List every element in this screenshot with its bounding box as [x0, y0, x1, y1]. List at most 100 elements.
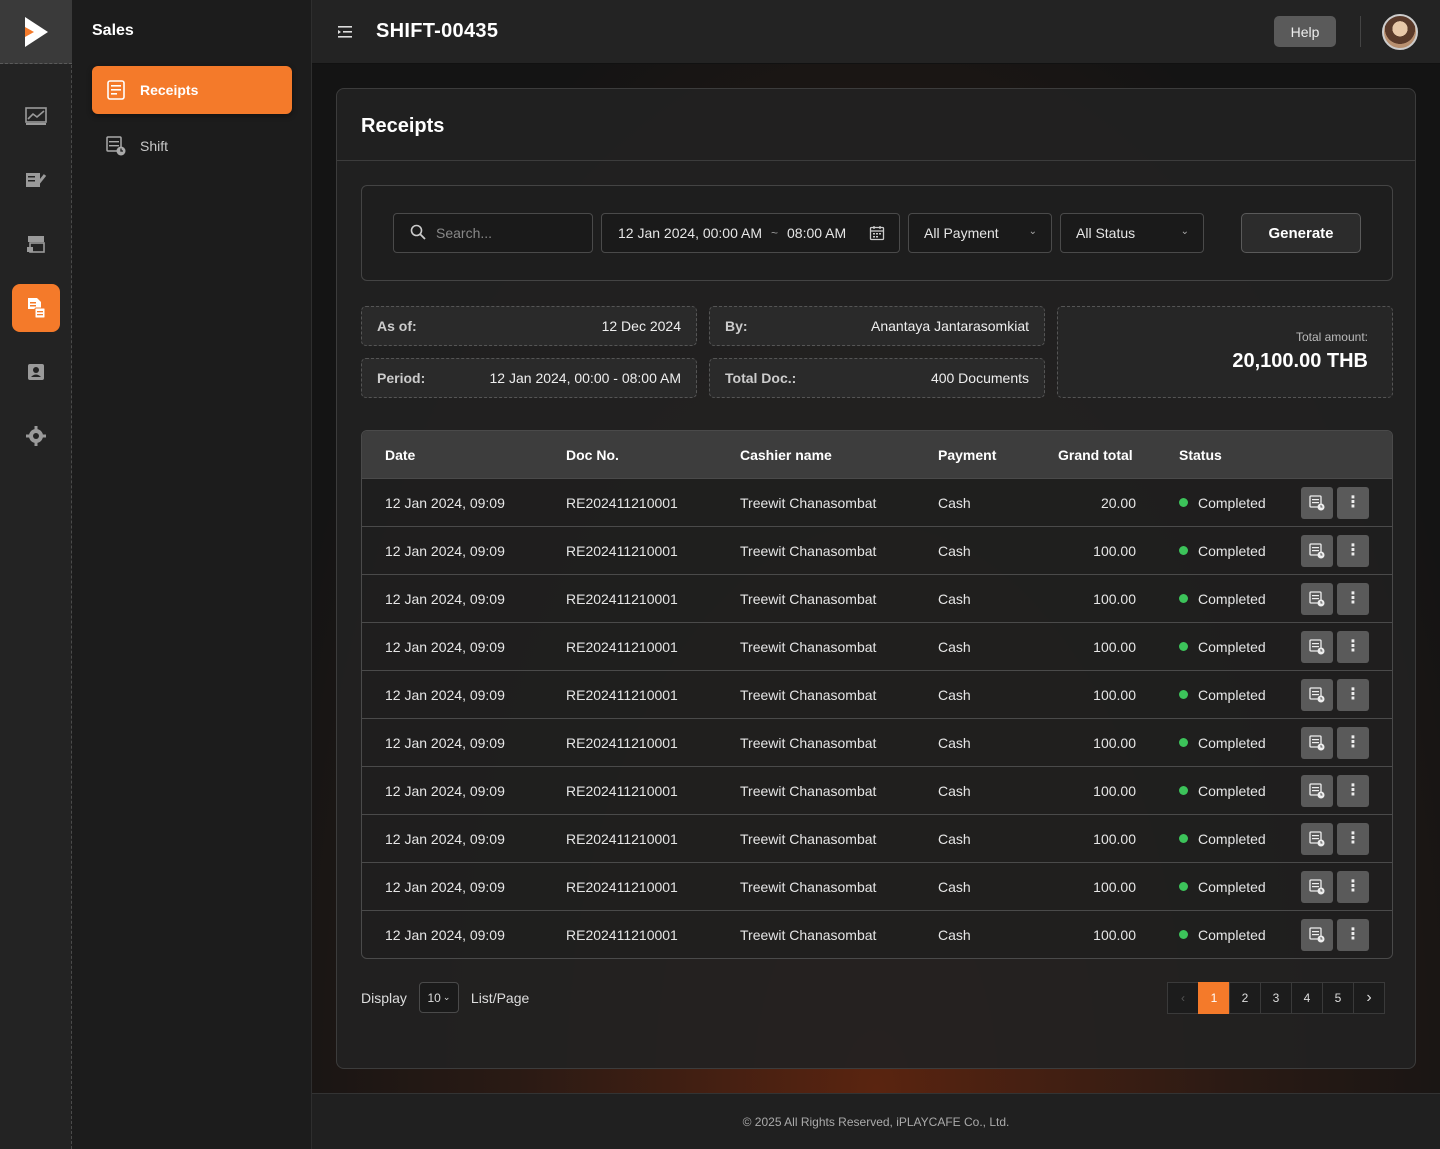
members-icon[interactable]: [12, 348, 60, 396]
view-receipt-button[interactable]: [1301, 679, 1333, 711]
calendar-icon[interactable]: [869, 225, 885, 244]
cell-doc-no: RE202411210001: [566, 926, 678, 943]
table-row[interactable]: 12 Jan 2024, 09:09 RE202411210001 Treewit …: [362, 766, 1392, 814]
cell-cashier: Treewit Chanasombat: [740, 782, 877, 799]
help-button[interactable]: Help: [1274, 16, 1336, 47]
store-icon[interactable]: [12, 220, 60, 268]
status-text: Completed: [1198, 542, 1266, 559]
status-select[interactable]: All Status ⌄: [1060, 213, 1204, 253]
table-row[interactable]: 12 Jan 2024, 09:09 RE202411210001 Treewit …: [362, 478, 1392, 526]
period-value: 12 Jan 2024, 00:00 - 08:00 AM: [489, 370, 681, 386]
status-select-value: All Status: [1076, 225, 1136, 241]
cell-doc-no: RE202411210001: [566, 734, 678, 751]
search-input[interactable]: [436, 225, 576, 241]
view-receipt-button[interactable]: [1301, 727, 1333, 759]
header-grand-total[interactable]: Grand total: [1058, 431, 1136, 478]
next-page-button[interactable]: ›: [1353, 982, 1385, 1014]
app-logo[interactable]: [0, 0, 72, 64]
page-button[interactable]: 4: [1291, 982, 1323, 1014]
orders-icon[interactable]: [12, 156, 60, 204]
view-receipt-button[interactable]: [1301, 775, 1333, 807]
menu-collapse-icon[interactable]: [336, 22, 354, 42]
table-row[interactable]: 12 Jan 2024, 09:09 RE202411210001 Treewit …: [362, 670, 1392, 718]
page-button[interactable]: 1: [1198, 982, 1230, 1014]
list-page-label: List/Page: [470, 989, 530, 1006]
table-row[interactable]: 12 Jan 2024, 09:09 RE202411210001 Treewit …: [362, 814, 1392, 862]
header-doc-no[interactable]: Doc No.: [566, 431, 619, 478]
page-button[interactable]: 2: [1229, 982, 1261, 1014]
sales-icon[interactable]: [12, 284, 60, 332]
filter-bar: 12 Jan 2024, 00:00 AM ~ 08:00 AM All Pay…: [361, 185, 1393, 281]
more-actions-button[interactable]: ⋮: [1337, 919, 1369, 951]
more-vertical-icon: ⋮: [1345, 638, 1361, 655]
table-row[interactable]: 12 Jan 2024, 09:09 RE202411210001 Treewit …: [362, 910, 1392, 958]
payment-select[interactable]: All Payment ⌄: [908, 213, 1052, 253]
view-receipt-button[interactable]: [1301, 823, 1333, 855]
view-receipt-button[interactable]: [1301, 487, 1333, 519]
more-actions-button[interactable]: ⋮: [1337, 727, 1369, 759]
footer: © 2025 All Rights Reserved, iPLAYCAFE Co…: [312, 1093, 1440, 1149]
header-date[interactable]: Date: [385, 431, 415, 478]
cell-grand-total: 100.00: [1093, 926, 1136, 943]
cell-cashier: Treewit Chanasombat: [740, 638, 877, 655]
more-vertical-icon: ⋮: [1345, 878, 1361, 895]
status-dot-icon: [1179, 498, 1188, 507]
more-actions-button[interactable]: ⋮: [1337, 823, 1369, 855]
by-value: Anantaya Jantarasomkiat: [871, 318, 1029, 334]
cell-grand-total: 20.00: [1100, 494, 1136, 511]
total-doc-box: Total Doc.: 400 Documents: [709, 358, 1045, 398]
header-cashier[interactable]: Cashier name: [740, 431, 832, 478]
per-page-select[interactable]: 10 ⌄: [418, 982, 459, 1013]
more-actions-button[interactable]: ⋮: [1337, 487, 1369, 519]
table-row[interactable]: 12 Jan 2024, 09:09 RE202411210001 Treewit …: [362, 862, 1392, 910]
status-dot-icon: [1179, 786, 1188, 795]
table-row[interactable]: 12 Jan 2024, 09:09 RE202411210001 Treewit …: [362, 718, 1392, 766]
generate-button[interactable]: Generate: [1241, 213, 1361, 253]
cell-cashier: Treewit Chanasombat: [740, 494, 877, 511]
table-row[interactable]: 12 Jan 2024, 09:09 RE202411210001 Treewit …: [362, 622, 1392, 670]
view-receipt-button[interactable]: [1301, 919, 1333, 951]
cell-date: 12 Jan 2024, 09:09: [385, 878, 505, 895]
date-range-picker[interactable]: 12 Jan 2024, 00:00 AM ~ 08:00 AM: [601, 213, 900, 253]
sidebar-item-receipts[interactable]: Receipts: [92, 66, 292, 114]
more-actions-button[interactable]: ⋮: [1337, 631, 1369, 663]
status-dot-icon: [1179, 690, 1188, 699]
table-row[interactable]: 12 Jan 2024, 09:09 RE202411210001 Treewit …: [362, 526, 1392, 574]
receipt-view-icon: [1309, 639, 1325, 655]
copyright-text: © 2025 All Rights Reserved, iPLAYCAFE Co…: [742, 1114, 1010, 1129]
page-button[interactable]: 3: [1260, 982, 1292, 1014]
header-payment[interactable]: Payment: [938, 431, 996, 478]
view-receipt-button[interactable]: [1301, 583, 1333, 615]
view-receipt-button[interactable]: [1301, 871, 1333, 903]
sidebar-item-shift[interactable]: Shift: [92, 122, 292, 170]
page-button[interactable]: 5: [1322, 982, 1354, 1014]
cell-status: Completed: [1179, 575, 1266, 622]
total-amount-value: 20,100.00 THB: [1232, 350, 1368, 372]
cell-payment: Cash: [938, 638, 971, 655]
header-status[interactable]: Status: [1179, 431, 1222, 478]
sidebar-item-label: Receipts: [140, 82, 199, 98]
cell-grand-total: 100.00: [1093, 830, 1136, 847]
settings-icon[interactable]: [12, 412, 60, 460]
cell-date: 12 Jan 2024, 09:09: [385, 542, 505, 559]
status-dot-icon: [1179, 738, 1188, 747]
cell-status: Completed: [1179, 815, 1266, 862]
search-box[interactable]: [393, 213, 593, 253]
more-actions-button[interactable]: ⋮: [1337, 583, 1369, 615]
dashboard-icon[interactable]: [12, 92, 60, 140]
view-receipt-button[interactable]: [1301, 631, 1333, 663]
table-row[interactable]: 12 Jan 2024, 09:09 RE202411210001 Treewit …: [362, 574, 1392, 622]
more-actions-button[interactable]: ⋮: [1337, 679, 1369, 711]
icon-rail: [0, 0, 72, 1149]
per-page-value: 10: [427, 990, 441, 1005]
card-title: Receipts: [361, 115, 445, 137]
avatar[interactable]: [1382, 14, 1418, 50]
more-actions-button[interactable]: ⋮: [1337, 535, 1369, 567]
view-receipt-button[interactable]: [1301, 535, 1333, 567]
more-actions-button[interactable]: ⋮: [1337, 871, 1369, 903]
receipt-view-icon: [1309, 783, 1325, 799]
prev-page-button[interactable]: ‹: [1167, 982, 1199, 1014]
cell-status: Completed: [1179, 719, 1266, 766]
top-header: SHIFT-00435 Help: [312, 0, 1440, 64]
more-actions-button[interactable]: ⋮: [1337, 775, 1369, 807]
